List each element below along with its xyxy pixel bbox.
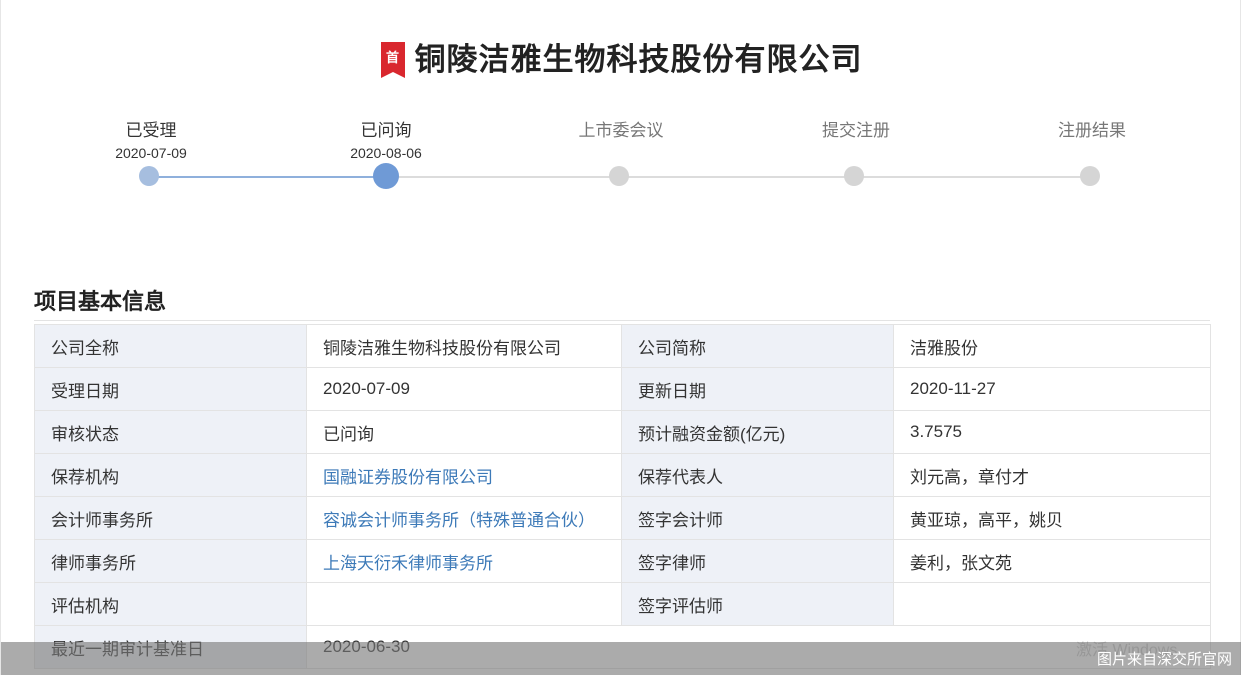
step-dot-inquired [373, 163, 399, 189]
field-value: 洁雅股份 [893, 324, 1211, 368]
step-registration-result: 注册结果 [1012, 119, 1172, 143]
field-label: 公司简称 [621, 324, 894, 368]
section-title: 项目基本信息 [34, 289, 167, 314]
field-label: 受理日期 [34, 367, 307, 411]
field-value: 3.7575 [893, 410, 1211, 454]
progress-line-pending [386, 176, 1090, 178]
step-dot-accepted [139, 166, 159, 186]
page-frame: 首 铜陵洁雅生物科技股份有限公司 已受理 2020-07-09 已问询 2020… [0, 0, 1241, 675]
field-label: 会计师事务所 [34, 496, 307, 540]
title-bar: 首 铜陵洁雅生物科技股份有限公司 [1, 34, 1241, 79]
step-submit-registration: 提交注册 [776, 119, 936, 143]
field-label: 预计融资金额(亿元) [621, 410, 894, 454]
step-accepted: 已受理 2020-07-09 [71, 119, 231, 163]
step-label: 已问询 [360, 121, 412, 140]
table-row: 审核状态 已问询 预计融资金额(亿元) 3.7575 [34, 410, 1211, 454]
step-label: 注册结果 [1058, 121, 1126, 140]
progress-line-done [149, 176, 386, 178]
step-date: 2020-07-09 [115, 145, 187, 161]
step-label: 已受理 [125, 121, 177, 140]
field-label: 签字律师 [621, 539, 894, 583]
home-badge-icon[interactable]: 首 [380, 41, 405, 78]
field-value [306, 582, 622, 626]
field-label: 公司全称 [34, 324, 307, 368]
watermark-band [1, 642, 1241, 675]
field-value: 黄亚琼，高平，姚贝 [893, 496, 1211, 540]
field-value: 2020-11-27 [893, 367, 1211, 411]
field-label: 保荐代表人 [621, 453, 894, 497]
field-label: 审核状态 [34, 410, 307, 454]
step-dot-submit-registration [844, 166, 864, 186]
field-label: 评估机构 [34, 582, 307, 626]
field-value: 姜利，张文苑 [893, 539, 1211, 583]
table-row: 会计师事务所 容诚会计师事务所（特殊普通合伙） 签字会计师 黄亚琼，高平，姚贝 [34, 496, 1211, 540]
field-value: 2020-07-09 [306, 367, 622, 411]
field-label: 更新日期 [621, 367, 894, 411]
step-date: 2020-08-06 [350, 145, 422, 161]
step-label: 提交注册 [822, 121, 890, 140]
company-title: 铜陵洁雅生物科技股份有限公司 [414, 42, 863, 77]
sponsor-link[interactable]: 国融证券股份有限公司 [306, 453, 622, 497]
table-row: 保荐机构 国融证券股份有限公司 保荐代表人 刘元高，章付才 [34, 453, 1211, 497]
step-dot-registration-result [1080, 166, 1100, 186]
field-label: 签字会计师 [621, 496, 894, 540]
field-value: 已问询 [306, 410, 622, 454]
field-label: 保荐机构 [34, 453, 307, 497]
table-row: 律师事务所 上海天衍禾律师事务所 签字律师 姜利，张文苑 [34, 539, 1211, 583]
step-label: 上市委会议 [578, 121, 664, 140]
table-row: 受理日期 2020-07-09 更新日期 2020-11-27 [34, 367, 1211, 411]
field-label: 律师事务所 [34, 539, 307, 583]
field-value: 铜陵洁雅生物科技股份有限公司 [306, 324, 622, 368]
step-inquired: 已问询 2020-08-06 [306, 119, 466, 163]
progress-steps: 已受理 2020-07-09 已问询 2020-08-06 上市委会议 提交注册… [1, 115, 1241, 205]
project-info-table: 公司全称 铜陵洁雅生物科技股份有限公司 公司简称 洁雅股份 受理日期 2020-… [34, 324, 1211, 669]
field-value: 刘元高，章付才 [893, 453, 1211, 497]
table-row: 公司全称 铜陵洁雅生物科技股份有限公司 公司简称 洁雅股份 [34, 324, 1211, 368]
source-watermark: 图片来自深交所官网 [1096, 651, 1232, 668]
accounting-firm-link[interactable]: 容诚会计师事务所（特殊普通合伙） [306, 496, 622, 540]
table-row: 评估机构 签字评估师 [34, 582, 1211, 626]
step-listing-committee: 上市委会议 [541, 119, 701, 143]
field-label: 签字评估师 [621, 582, 894, 626]
law-firm-link[interactable]: 上海天衍禾律师事务所 [306, 539, 622, 583]
section-divider [34, 320, 1210, 321]
step-dot-listing-committee [609, 166, 629, 186]
field-value [893, 582, 1211, 626]
